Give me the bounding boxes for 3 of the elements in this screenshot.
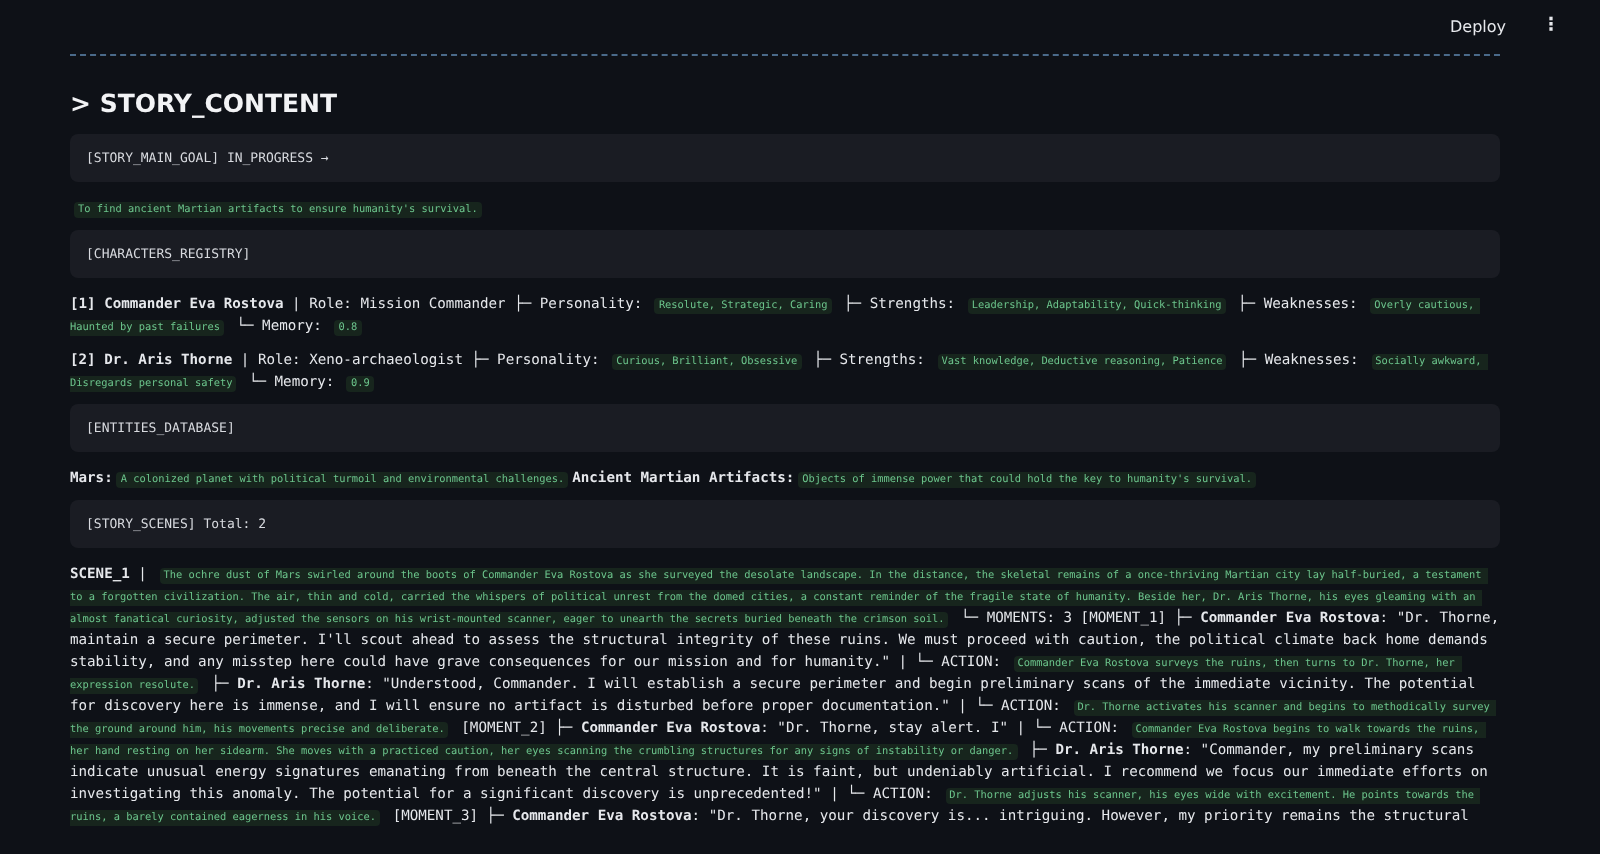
deploy-button[interactable]: Deploy (1441, 13, 1514, 39)
menu-icon[interactable]: ⋮ (1542, 16, 1560, 36)
section-title: > STORY_CONTENT (70, 88, 340, 118)
